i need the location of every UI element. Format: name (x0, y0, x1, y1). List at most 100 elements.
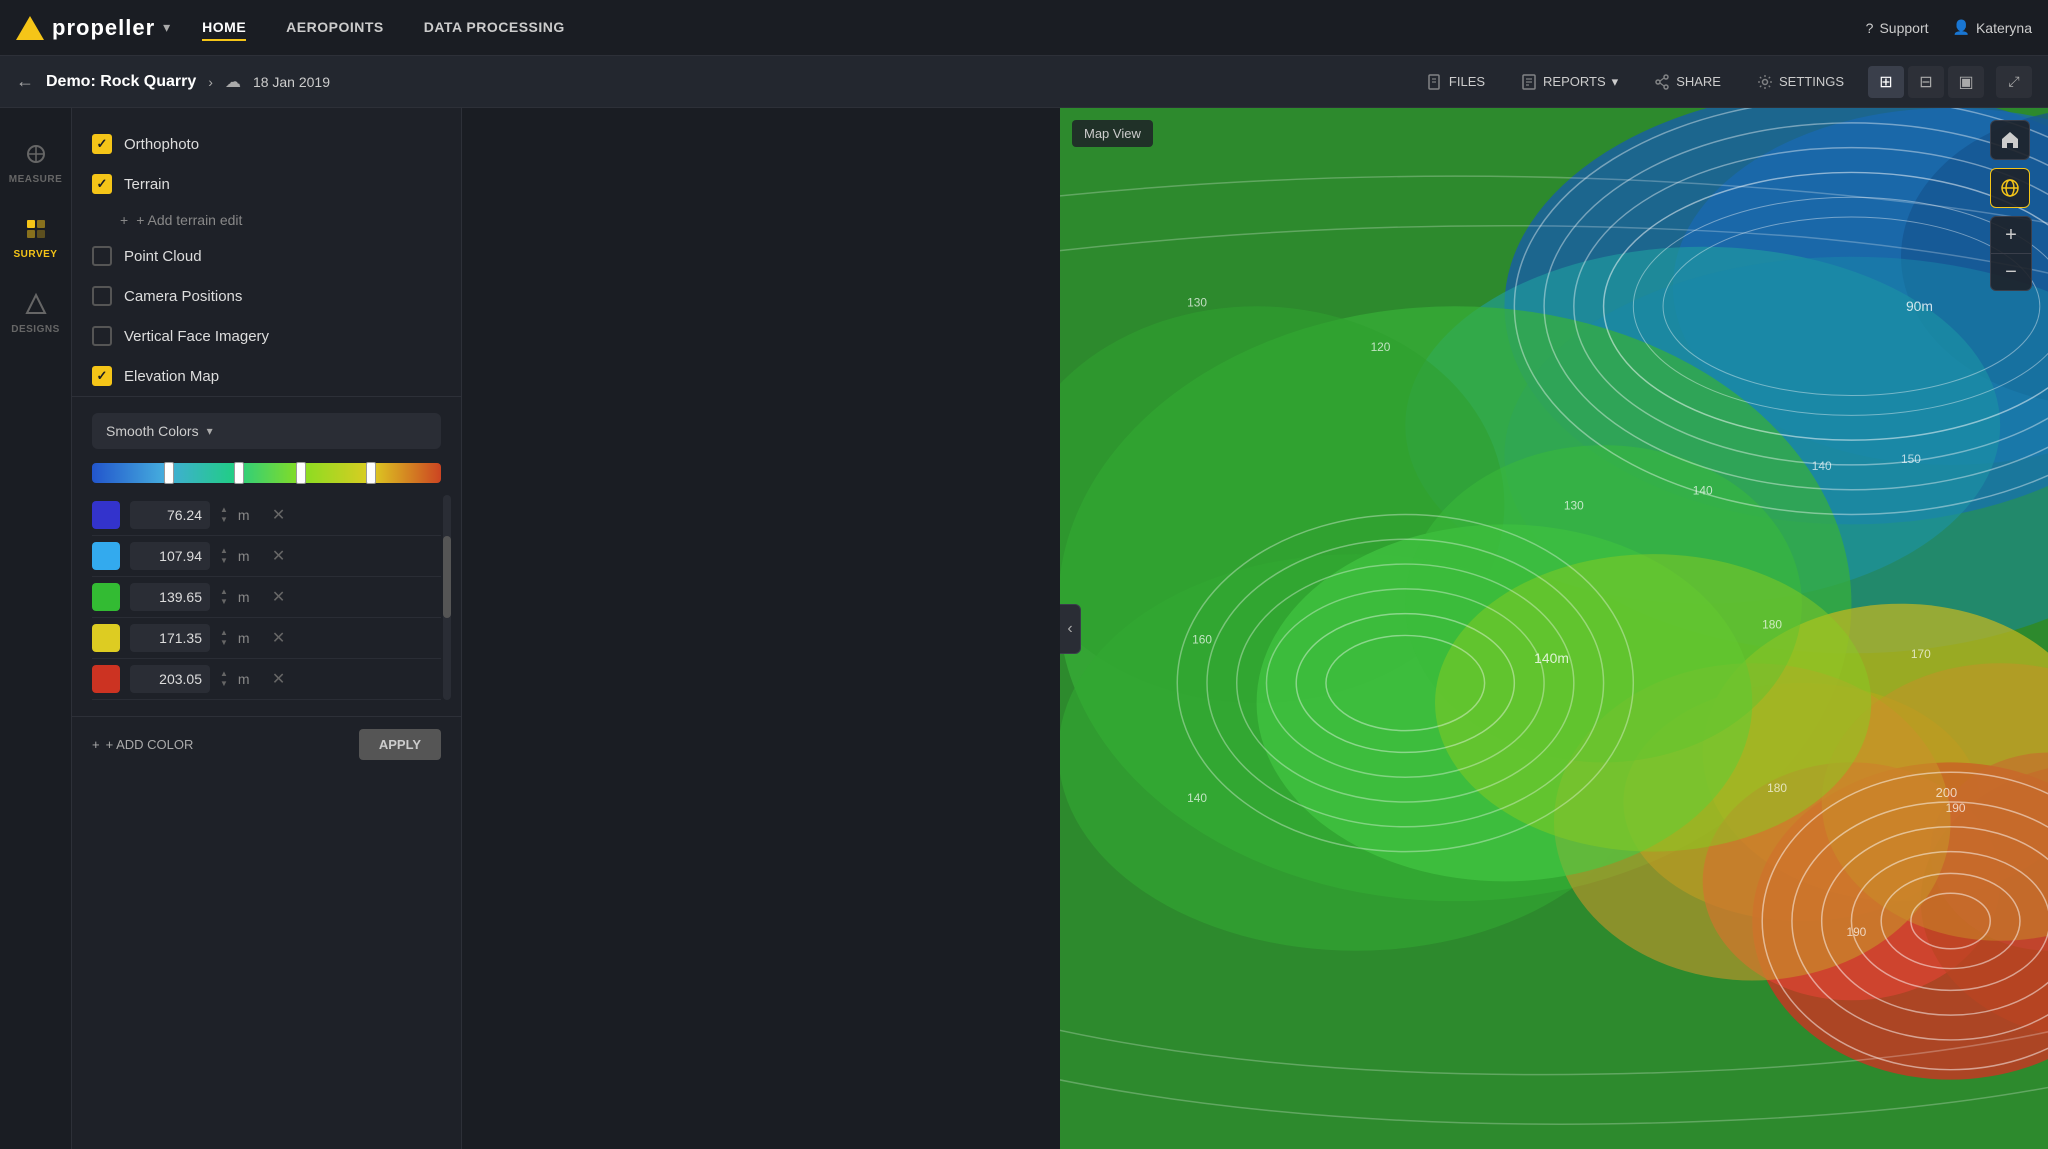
vertical-face-checkbox[interactable] (92, 326, 112, 346)
spin-buttons-1: ▲ ▼ (220, 506, 228, 524)
user-label: Kateryna (1976, 20, 2032, 36)
spin-down-3[interactable]: ▼ (220, 598, 228, 606)
chevron-right-icon: › (208, 74, 213, 90)
value-input-5[interactable] (130, 665, 210, 693)
svg-text:160: 160 (1192, 632, 1212, 646)
color-swatch-4[interactable] (92, 624, 120, 652)
help-icon: ? (1866, 20, 1874, 36)
measure-nav-item[interactable]: MEASURE (6, 128, 66, 195)
elevation-map-checkbox[interactable] (92, 366, 112, 386)
layer-vertical-face[interactable]: Vertical Face Imagery (72, 316, 461, 356)
share-icon (1654, 74, 1670, 90)
gradient-stop-3[interactable] (296, 462, 306, 484)
spin-down-5[interactable]: ▼ (220, 680, 228, 688)
terrain-checkbox[interactable] (92, 174, 112, 194)
share-button[interactable]: SHARE (1642, 68, 1733, 96)
color-row-4: ▲ ▼ m ✕ (92, 618, 441, 659)
fullscreen-button[interactable]: ⤢ (1996, 66, 2032, 98)
reports-dropdown-arrow: ▾ (1612, 74, 1619, 90)
apply-button[interactable]: APPLY (359, 729, 441, 760)
files-button[interactable]: FILES (1415, 68, 1497, 96)
sidebar-content: Orthophoto Terrain + + Add terrain edit … (72, 108, 1060, 1149)
layer-orthophoto[interactable]: Orthophoto (72, 124, 461, 164)
user-menu[interactable]: 👤 Kateryna (1953, 19, 2032, 36)
spin-up-3[interactable]: ▲ (220, 588, 228, 596)
remove-button-5[interactable]: ✕ (272, 669, 285, 689)
value-input-2[interactable] (130, 542, 210, 570)
settings-button[interactable]: SETTINGS (1745, 68, 1856, 96)
svg-text:130: 130 (1187, 295, 1207, 309)
single-view-button[interactable]: ▣ (1948, 66, 1984, 98)
remove-button-1[interactable]: ✕ (272, 505, 285, 525)
spin-down-2[interactable]: ▼ (220, 557, 228, 565)
remove-button-4[interactable]: ✕ (272, 628, 285, 648)
gradient-stop-1[interactable] (164, 462, 174, 484)
value-input-4[interactable] (130, 624, 210, 652)
scroll-thumb[interactable] (443, 536, 451, 618)
support-link[interactable]: ? Support (1866, 20, 1929, 36)
point-cloud-checkbox[interactable] (92, 246, 112, 266)
gradient-stop-4[interactable] (366, 462, 376, 484)
designs-nav-item[interactable]: DESIGNS (6, 278, 66, 345)
value-input-1[interactable] (130, 501, 210, 529)
layer-elevation-map[interactable]: Elevation Map (72, 356, 461, 396)
remove-button-3[interactable]: ✕ (272, 587, 285, 607)
layer-camera-positions[interactable]: Camera Positions (72, 276, 461, 316)
remove-button-2[interactable]: ✕ (272, 546, 285, 566)
elevation-map-label: Elevation Map (124, 368, 219, 385)
spin-up-1[interactable]: ▲ (220, 506, 228, 514)
zoom-in-button[interactable]: + (1991, 217, 2031, 253)
globe-button[interactable] (1990, 168, 2030, 208)
cloud-icon: ☁ (225, 72, 241, 92)
zoom-out-button[interactable]: − (1991, 254, 2031, 290)
map-area[interactable]: Map View (1060, 108, 2048, 1149)
collapse-sidebar-button[interactable]: ‹ (1060, 604, 1081, 654)
add-color-button[interactable]: + + ADD COLOR (92, 729, 193, 760)
settings-label: SETTINGS (1779, 74, 1844, 89)
reports-button[interactable]: REPORTS ▾ (1509, 68, 1630, 96)
spin-up-5[interactable]: ▲ (220, 670, 228, 678)
map-controls: + − (1990, 120, 2032, 291)
nav-aeropoints[interactable]: AEROPOINTS (286, 15, 384, 41)
add-terrain-label: + Add terrain edit (136, 212, 242, 228)
main-layout: MEASURE SURVEY DESIGNS Orthophoto (0, 108, 2048, 1149)
svg-text:190: 190 (1846, 925, 1866, 939)
spin-up-2[interactable]: ▲ (220, 547, 228, 555)
spin-down-4[interactable]: ▼ (220, 639, 228, 647)
add-terrain-button[interactable]: + + Add terrain edit (72, 204, 461, 236)
smooth-colors-dropdown[interactable]: Smooth Colors ▾ (92, 413, 441, 449)
gradient-stop-2[interactable] (234, 462, 244, 484)
logo-caret[interactable]: ▾ (163, 19, 170, 36)
layer-terrain[interactable]: Terrain (72, 164, 461, 204)
color-swatch-5[interactable] (92, 665, 120, 693)
split-view-button[interactable]: ⊞ (1868, 66, 1904, 98)
svg-text:140: 140 (1812, 459, 1832, 473)
spin-down-1[interactable]: ▼ (220, 516, 228, 524)
svg-text:200: 200 (1936, 785, 1957, 800)
color-swatch-3[interactable] (92, 583, 120, 611)
svg-text:120: 120 (1371, 340, 1391, 354)
add-icon: + (120, 212, 128, 228)
unit-label-5: m (238, 671, 258, 687)
logo-area[interactable]: propeller ▾ (16, 15, 170, 41)
nav-home[interactable]: HOME (202, 15, 246, 41)
color-swatch-1[interactable] (92, 501, 120, 529)
layer-point-cloud[interactable]: Point Cloud (72, 236, 461, 276)
nav-data-processing[interactable]: DATA PROCESSING (424, 15, 565, 41)
back-button[interactable]: ← (16, 71, 34, 92)
gradient-bar[interactable] (92, 463, 441, 483)
dual-view-button[interactable]: ⊟ (1908, 66, 1944, 98)
terrain-label: Terrain (124, 176, 170, 193)
home-button[interactable] (1990, 120, 2030, 160)
logo-icon (16, 16, 44, 40)
orthophoto-checkbox[interactable] (92, 134, 112, 154)
color-swatch-2[interactable] (92, 542, 120, 570)
color-row-1: ▲ ▼ m ✕ (92, 495, 441, 536)
camera-positions-checkbox[interactable] (92, 286, 112, 306)
value-input-3[interactable] (130, 583, 210, 611)
color-rows: ▲ ▼ m ✕ ▲ ▼ (92, 495, 441, 700)
survey-nav-item[interactable]: SURVEY (6, 203, 66, 270)
terrain-map[interactable]: 90m 140m 130 120 130 140 140 150 170 180… (1060, 108, 2048, 1149)
settings-icon (1757, 74, 1773, 90)
spin-up-4[interactable]: ▲ (220, 629, 228, 637)
